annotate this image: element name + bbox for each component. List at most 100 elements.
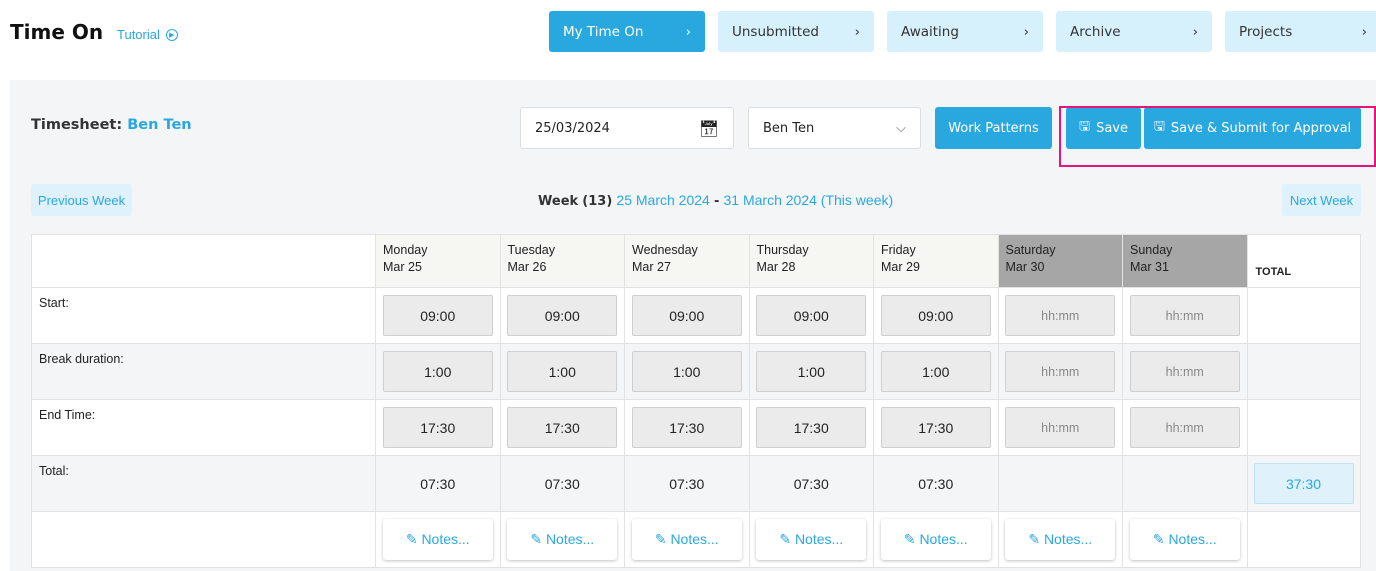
- pencil-icon: ✎: [1152, 531, 1165, 547]
- previous-week-button[interactable]: Previous Week: [31, 184, 132, 216]
- date-value: 25/03/2024: [535, 120, 610, 136]
- highlight-box: [1059, 106, 1376, 167]
- day-header: Monday Mar 25: [375, 234, 501, 288]
- day-date: Mar 27: [632, 260, 671, 274]
- break-time-input[interactable]: 1:00: [880, 351, 991, 392]
- day-name: Thursday: [756, 243, 809, 257]
- week-number: (13): [582, 194, 613, 209]
- row-end: End Time: 17:30 17:30 17:30 17:30 17:30 hh:mm h…: [31, 399, 1361, 456]
- chevron-right-icon: ›: [1023, 23, 1029, 40]
- day-header: Sunday Mar 31: [1122, 234, 1248, 288]
- week-total: 37:30: [1253, 463, 1354, 504]
- break-time-input[interactable]: hh:mm: [1129, 351, 1240, 392]
- total-header: TOTAL: [1246, 234, 1361, 288]
- notes-button[interactable]: ✎ Notes...: [1005, 519, 1116, 560]
- tab-label: Archive: [1070, 23, 1121, 40]
- timesheet-table: Monday Mar 25 Tuesday Mar 26 Wednesday Mar 27…: [31, 234, 1361, 568]
- notes-label: Notes...: [545, 531, 595, 547]
- notes-label: Notes...: [670, 531, 719, 547]
- timesheet-title: Timesheet: Ben Ten: [31, 117, 192, 133]
- notes-button[interactable]: ✎ Notes...: [880, 519, 991, 560]
- break-time-input[interactable]: hh:mm: [1005, 351, 1116, 392]
- row-start: Start: 09:00 09:00 09:00 09:00 09:00 hh:mm hh:m…: [31, 287, 1361, 344]
- day-date: Mar 28: [756, 260, 796, 274]
- tab-label: My Time On: [563, 23, 644, 40]
- day-total: 07:30: [918, 475, 954, 492]
- date-input[interactable]: 25/03/2024 📅︎: [520, 107, 734, 149]
- day-header: Saturday Mar 30: [997, 234, 1123, 288]
- end-time-input[interactable]: 17:30: [756, 407, 867, 448]
- notes-button[interactable]: ✎ Notes...: [382, 519, 493, 560]
- tutorial-link[interactable]: Tutorial ▶: [117, 27, 178, 42]
- break-time-input[interactable]: 1:00: [507, 351, 618, 392]
- next-week-button[interactable]: Next Week: [1282, 184, 1361, 216]
- end-time-input[interactable]: hh:mm: [1005, 407, 1116, 448]
- start-time-input[interactable]: 09:00: [507, 295, 618, 336]
- end-time-input[interactable]: hh:mm: [1129, 407, 1240, 448]
- tab-my-time-on[interactable]: My Time On ›: [549, 11, 705, 52]
- end-time-input[interactable]: 17:30: [382, 407, 493, 448]
- break-time-input[interactable]: 1:00: [631, 351, 742, 392]
- day-total: 07:30: [669, 475, 705, 492]
- day-header: Friday Mar 29: [873, 234, 999, 288]
- chevron-right-icon: ›: [1361, 23, 1367, 40]
- chevron-right-icon: ›: [685, 23, 691, 40]
- tab-projects[interactable]: Projects ›: [1225, 11, 1376, 52]
- end-time-input[interactable]: 17:30: [631, 407, 742, 448]
- start-time-input[interactable]: hh:mm: [1129, 295, 1240, 336]
- pencil-icon: ✎: [654, 531, 667, 547]
- day-name: Saturday: [1005, 243, 1056, 257]
- tab-label: Unsubmitted: [732, 23, 819, 40]
- pencil-icon: ✎: [530, 531, 543, 547]
- day-header: Thursday Mar 28: [748, 234, 874, 288]
- notes-button[interactable]: ✎ Notes...: [507, 519, 618, 560]
- row-notes: ✎ Notes... ✎ Notes... ✎ Notes... ✎ Notes...…: [31, 511, 1361, 568]
- start-time-input[interactable]: 09:00: [880, 295, 991, 336]
- work-patterns-button[interactable]: Work Patterns: [935, 107, 1052, 149]
- user-select[interactable]: Ben Ten ⌵: [748, 107, 921, 149]
- day-name: Friday: [881, 243, 916, 257]
- tab-awaiting[interactable]: Awaiting ›: [887, 11, 1043, 52]
- start-time-input[interactable]: 09:00: [756, 295, 867, 336]
- notes-button[interactable]: ✎ Notes...: [631, 519, 742, 560]
- tutorial-label: Tutorial: [117, 27, 160, 42]
- chevron-down-icon: ⌵: [896, 120, 906, 136]
- timesheet-panel: Timesheet: Ben Ten 25/03/2024 📅︎ Ben Ten ⌵…: [10, 80, 1376, 571]
- end-time-input[interactable]: 17:30: [507, 407, 618, 448]
- day-name: Sunday: [1130, 243, 1173, 257]
- user-value: Ben Ten: [763, 120, 815, 136]
- day-date: Mar 30: [1005, 260, 1045, 274]
- start-time-input[interactable]: hh:mm: [1005, 295, 1116, 336]
- day-date: Mar 31: [1130, 260, 1169, 274]
- tab-unsubmitted[interactable]: Unsubmitted ›: [718, 11, 874, 52]
- start-time-input[interactable]: 09:00: [631, 295, 742, 336]
- week-label: Week: [538, 194, 579, 209]
- row-label: Break duration:: [31, 343, 376, 400]
- day-date: Mar 29: [881, 260, 920, 274]
- play-icon: ▶: [165, 28, 178, 41]
- break-time-input[interactable]: 1:00: [382, 351, 493, 392]
- notes-label: Notes...: [1168, 531, 1217, 547]
- tab-label: Awaiting: [901, 23, 959, 40]
- day-date: Mar 25: [383, 260, 422, 274]
- week-start: 25 March 2024: [616, 192, 710, 208]
- end-time-input[interactable]: 17:30: [880, 407, 991, 448]
- tab-archive[interactable]: Archive ›: [1056, 11, 1212, 52]
- row-label: Total:: [31, 455, 376, 512]
- calendar-icon: 📅︎: [698, 118, 719, 138]
- notes-label: Notes...: [1043, 531, 1093, 547]
- row-break: Break duration: 1:00 1:00 1:00 1:00 1:00 hh:mm…: [31, 343, 1361, 400]
- break-time-input[interactable]: 1:00: [756, 351, 867, 392]
- day-name: Tuesday: [507, 243, 555, 257]
- row-total: Total: 07:30 07:30 07:30 07:30 07:30 37:30: [31, 455, 1361, 512]
- notes-button[interactable]: ✎ Notes...: [1129, 519, 1240, 560]
- app-title: Time On: [10, 20, 104, 44]
- notes-button[interactable]: ✎ Notes...: [756, 519, 867, 560]
- chevron-right-icon: ›: [854, 23, 860, 40]
- start-time-input[interactable]: 09:00: [382, 295, 493, 336]
- day-date: Mar 26: [507, 260, 547, 274]
- day-header: Tuesday Mar 26: [499, 234, 625, 288]
- timesheet-label: Timesheet:: [31, 117, 123, 133]
- notes-label: Notes...: [919, 531, 968, 547]
- timesheet-user: Ben Ten: [127, 117, 192, 133]
